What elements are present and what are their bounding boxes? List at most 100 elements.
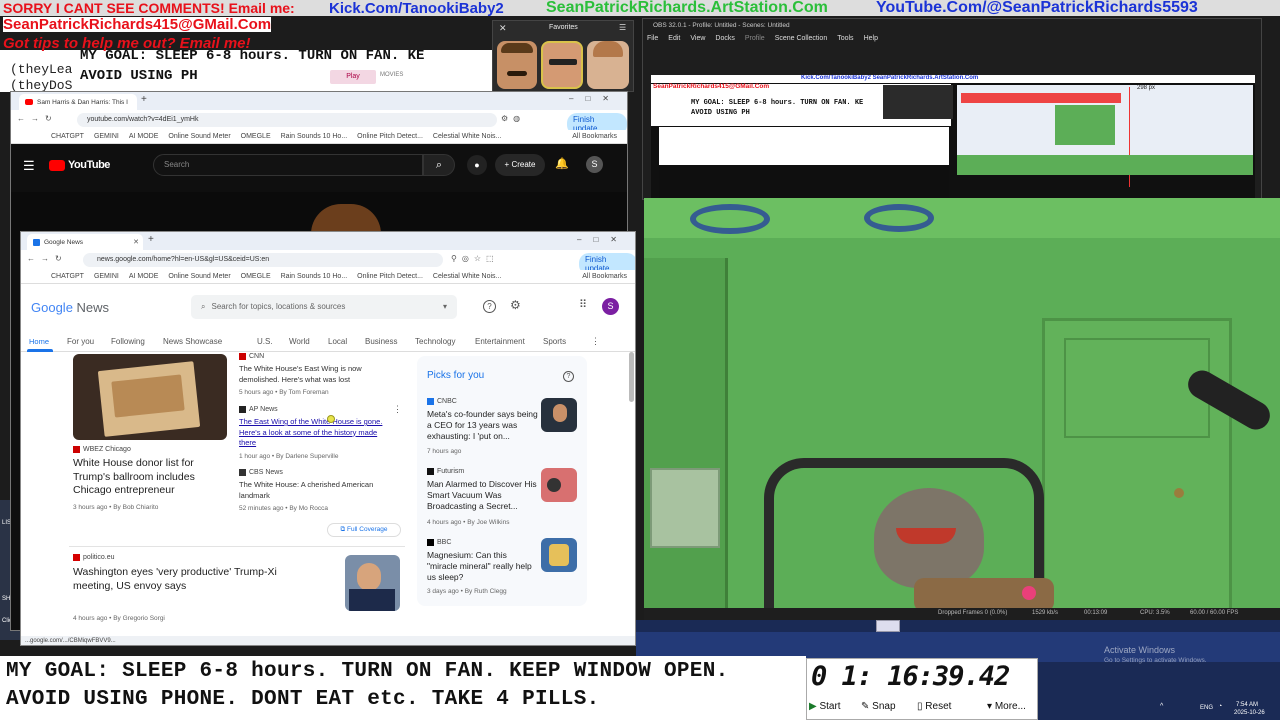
obs-menu-item[interactable]: View — [690, 35, 705, 42]
clock-date[interactable]: 2025-10-26 — [1234, 710, 1265, 716]
obs-menu-item[interactable]: Edit — [668, 35, 680, 42]
favorite-avatar-3[interactable] — [587, 41, 629, 89]
bookmark-item[interactable]: Online Sound Meter — [168, 273, 230, 280]
stopwatch-more-button[interactable]: ▾ More... — [987, 699, 1037, 715]
obs-preview-nested[interactable]: Kick.Com/TanookiBaby2 SeanPatrickRichard… — [651, 75, 1255, 201]
bookmark-item[interactable]: Rain Sounds 10 Ho... — [281, 273, 348, 280]
obs-menu-item[interactable]: Help — [864, 35, 878, 42]
nav-tab[interactable]: Local — [328, 337, 347, 346]
favorite-avatar-1[interactable] — [497, 41, 537, 89]
bookmark-item[interactable]: CHATGPT — [51, 273, 84, 280]
obs-menu-item[interactable]: Scene Collection — [775, 35, 828, 42]
obs-menu-item[interactable]: File — [647, 35, 658, 42]
youtube-menu-icon[interactable]: ☰ — [23, 158, 35, 174]
more-nav-icon[interactable]: ⋮ — [591, 336, 600, 347]
wifi-icon[interactable]: ◔ — [1218, 703, 1222, 710]
nav-tab[interactable]: Business — [365, 337, 397, 346]
create-button[interactable]: + Create — [495, 154, 545, 176]
tray-arrow-icon[interactable]: ^ — [1160, 703, 1163, 710]
obs-menu-item[interactable]: Docks — [715, 35, 734, 42]
bookmark-item[interactable]: Rain Sounds 10 Ho... — [281, 133, 348, 140]
new-tab-icon[interactable]: + — [141, 94, 147, 105]
related3-headline[interactable]: The White House: A cherished American la… — [239, 480, 389, 501]
bookmark-item[interactable]: Online Pitch Detect... — [357, 273, 423, 280]
bookmark-item[interactable]: CHATGPT — [51, 133, 84, 140]
bookmark-item[interactable]: AI MODE — [129, 133, 159, 140]
window-controls[interactable]: –□✕ — [569, 94, 621, 103]
clock-time[interactable]: 7:54 AM — [1236, 702, 1258, 708]
nav-tab[interactable]: News Showcase — [163, 337, 222, 346]
news-url-field[interactable]: news.google.com/home?hl=en-US&gl=US&ceid… — [83, 253, 443, 267]
bookmark-item[interactable]: Online Sound Meter — [168, 133, 230, 140]
story2-image[interactable] — [345, 555, 400, 611]
related2-headline[interactable]: The East Wing of the White House is gone… — [239, 417, 391, 449]
nav-buttons-icon[interactable]: ←→↻ — [27, 254, 68, 263]
news-search-input[interactable]: ⌕ Search for topics, locations & sources … — [191, 295, 457, 319]
story1-headline[interactable]: White House donor list for Trump's ballr… — [73, 457, 219, 498]
pick1-image[interactable] — [541, 398, 577, 432]
youtube-url-field[interactable]: youtube.com/watch?v=4dEi1_ymHk — [77, 113, 497, 127]
nav-tab-home[interactable]: Home — [29, 337, 49, 346]
stopwatch-snap-button[interactable]: ✎ Snap — [861, 699, 911, 715]
dropdown-icon[interactable]: ▾ — [443, 295, 447, 319]
favorites-close-icon[interactable]: ✕ — [499, 23, 507, 34]
nav-buttons-icon[interactable]: ←→↻ — [17, 114, 58, 123]
youtube-avatar[interactable]: S — [586, 156, 603, 173]
nav-tab[interactable]: Technology — [415, 337, 455, 346]
nav-tab[interactable]: U.S. — [257, 337, 273, 346]
news-tab[interactable]: Google News ✕ — [27, 234, 143, 250]
pick3-image[interactable] — [541, 538, 577, 572]
pick2-headline[interactable]: Man Alarmed to Discover His Smart Vacuum… — [427, 479, 539, 512]
help-icon[interactable]: ? — [483, 300, 496, 313]
stopwatch-reset-button[interactable]: ▯ Reset — [917, 699, 969, 715]
bookmark-item[interactable]: Celestial White Nois... — [433, 133, 501, 140]
taskbar-thumb[interactable] — [876, 620, 900, 632]
news-avatar[interactable]: S — [602, 298, 619, 315]
toolbar-icons[interactable]: ⚲◎☆⬚ — [451, 254, 499, 263]
all-bookmarks[interactable]: All Bookmarks — [572, 133, 617, 140]
youtube-search-input[interactable]: Search — [153, 154, 423, 176]
stopwatch-start-button[interactable]: ▶ Start — [809, 699, 855, 715]
story1-image[interactable] — [73, 354, 227, 440]
bookmark-item[interactable]: OMEGLE — [241, 133, 271, 140]
story2-headline[interactable]: Washington eyes 'very productive' Trump-… — [73, 566, 313, 593]
language-indicator[interactable]: ENG — [1200, 705, 1213, 711]
nav-tab[interactable]: Following — [111, 337, 145, 346]
full-coverage-button[interactable]: ⧉ Full Coverage — [327, 523, 401, 537]
picks-help-icon[interactable]: ? — [563, 371, 574, 382]
youtube-tab[interactable]: Sam Harris & Dan Harris: This I — [19, 94, 137, 110]
obs-menu-item[interactable]: Profile — [745, 35, 765, 42]
bookmark-item[interactable]: OMEGLE — [241, 273, 271, 280]
pick1-headline[interactable]: Meta's co-founder says being a CEO for 1… — [427, 409, 539, 442]
new-tab-icon[interactable]: + — [148, 234, 154, 245]
bookmark-item[interactable]: Celestial White Nois... — [433, 273, 501, 280]
apps-grid-icon[interactable]: ⠿ — [579, 298, 587, 311]
pick2-image[interactable] — [541, 468, 577, 502]
youtube-logo-icon[interactable] — [49, 160, 65, 171]
settings-gear-icon[interactable]: ⚙ — [510, 298, 521, 312]
notifications-bell-icon[interactable]: 🔔 — [555, 157, 569, 170]
google-news-logo[interactable]: Google News — [31, 300, 109, 315]
nav-tab[interactable]: Entertainment — [475, 337, 525, 346]
window-controls[interactable]: –□✕ — [577, 235, 629, 244]
all-bookmarks[interactable]: All Bookmarks — [582, 273, 627, 280]
bookmark-item[interactable]: Online Pitch Detect... — [357, 133, 423, 140]
story-more-icon[interactable]: ⋮ — [393, 404, 402, 415]
mic-icon[interactable]: ● — [467, 155, 487, 175]
favorites-menu-icon[interactable]: ☰ — [619, 23, 626, 32]
nav-tab[interactable]: World — [289, 337, 310, 346]
bookmark-item[interactable]: AI MODE — [129, 273, 159, 280]
nav-tab[interactable]: For you — [67, 337, 94, 346]
bookmark-item[interactable]: GEMINI — [94, 273, 119, 280]
news-scrollbar[interactable] — [629, 352, 634, 402]
favorite-avatar-2[interactable] — [541, 41, 583, 89]
obs-menu-item[interactable]: Tools — [837, 35, 853, 42]
news-tab-close-icon[interactable]: ✕ — [133, 238, 139, 246]
bookmark-item[interactable]: GEMINI — [94, 133, 119, 140]
pick3-headline[interactable]: Magnesium: Can this "miracle mineral" re… — [427, 550, 539, 583]
nav-tab[interactable]: Sports — [543, 337, 566, 346]
related1-headline[interactable]: The White House's East Wing is now demol… — [239, 364, 389, 385]
youtube-search-button[interactable]: ⌕ — [423, 154, 455, 176]
toolbar-icons[interactable]: ⚙◍ — [501, 114, 525, 123]
bg-play-chip[interactable]: Play — [330, 70, 376, 84]
